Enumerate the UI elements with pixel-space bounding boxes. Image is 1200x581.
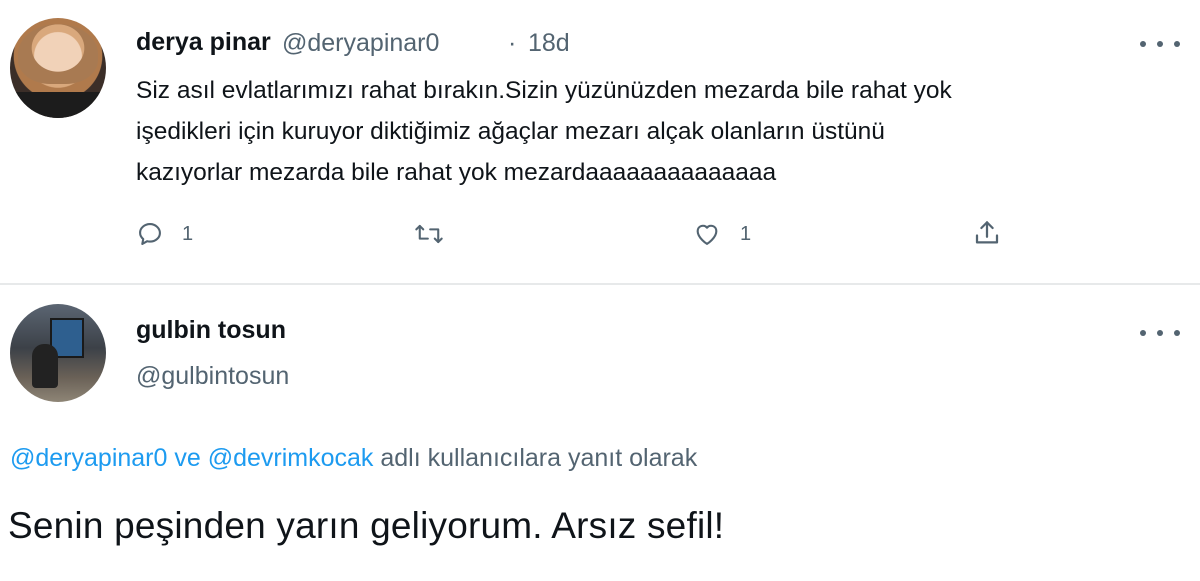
dot [1174, 330, 1180, 336]
reply-suffix: adlı kullanıcılara yanıt olarak [373, 444, 698, 472]
avatar-shirt [10, 92, 106, 118]
avatar-hair [18, 24, 98, 84]
dot [1140, 330, 1146, 336]
avatar-figure [32, 344, 58, 388]
more-dots-icon[interactable] [1140, 34, 1180, 54]
author-name[interactable]: gulbin tosun [136, 316, 286, 345]
mention-link[interactable]: @devrimkocak [208, 444, 374, 472]
dot [1174, 41, 1180, 47]
replying-to: @deryapinar0 ve @devrimkocak adlı kullan… [10, 444, 697, 473]
avatar-gulbin[interactable] [10, 304, 106, 402]
avatar-derya[interactable] [10, 18, 106, 118]
retweet-button[interactable] [414, 220, 444, 248]
heart-icon [692, 220, 722, 248]
author-name[interactable]: derya pinar [136, 28, 271, 57]
like-button[interactable]: 1 [692, 220, 751, 248]
tweet-text: Siz asıl evlatlarımızı rahat bırakın.Siz… [136, 70, 1176, 193]
like-count: 1 [740, 222, 752, 245]
tweet-text: Senin peşinden yarın geliyorum. Arsız se… [8, 505, 725, 546]
reply-bubble-icon [136, 220, 164, 248]
reply-button[interactable]: 1 [136, 220, 193, 248]
tweet-time[interactable]: 18d [528, 29, 570, 58]
tweet-text-line: kazıyorlar mezarda bile rahat yok mezard… [136, 159, 777, 186]
tweet-actions: 1 1 [0, 216, 1200, 260]
author-handle[interactable]: @deryapinar0 [282, 29, 439, 58]
tweet-text-line: işedikleri için kuruyor diktiğimiz ağaçl… [136, 118, 885, 145]
mention-link[interactable]: @deryapinar0 [10, 444, 167, 472]
share-icon [972, 218, 1002, 248]
dot [1157, 41, 1163, 47]
dot [1140, 41, 1146, 47]
retweet-icon [414, 220, 444, 248]
tweet-text-line: Siz asıl evlatlarımızı rahat bırakın.Siz… [136, 77, 952, 104]
tweet-derya[interactable]: derya pinar @deryapinar0 · 18d Siz asıl … [0, 0, 1200, 280]
dot [1157, 330, 1163, 336]
reply-conjunction: ve [167, 444, 208, 472]
meta-separator: · [508, 29, 517, 57]
divider [0, 283, 1200, 285]
share-button[interactable] [972, 218, 1002, 248]
more-dots-icon[interactable] [1140, 323, 1180, 343]
author-handle[interactable]: @gulbintosun [136, 362, 289, 391]
reply-count: 1 [182, 222, 194, 245]
